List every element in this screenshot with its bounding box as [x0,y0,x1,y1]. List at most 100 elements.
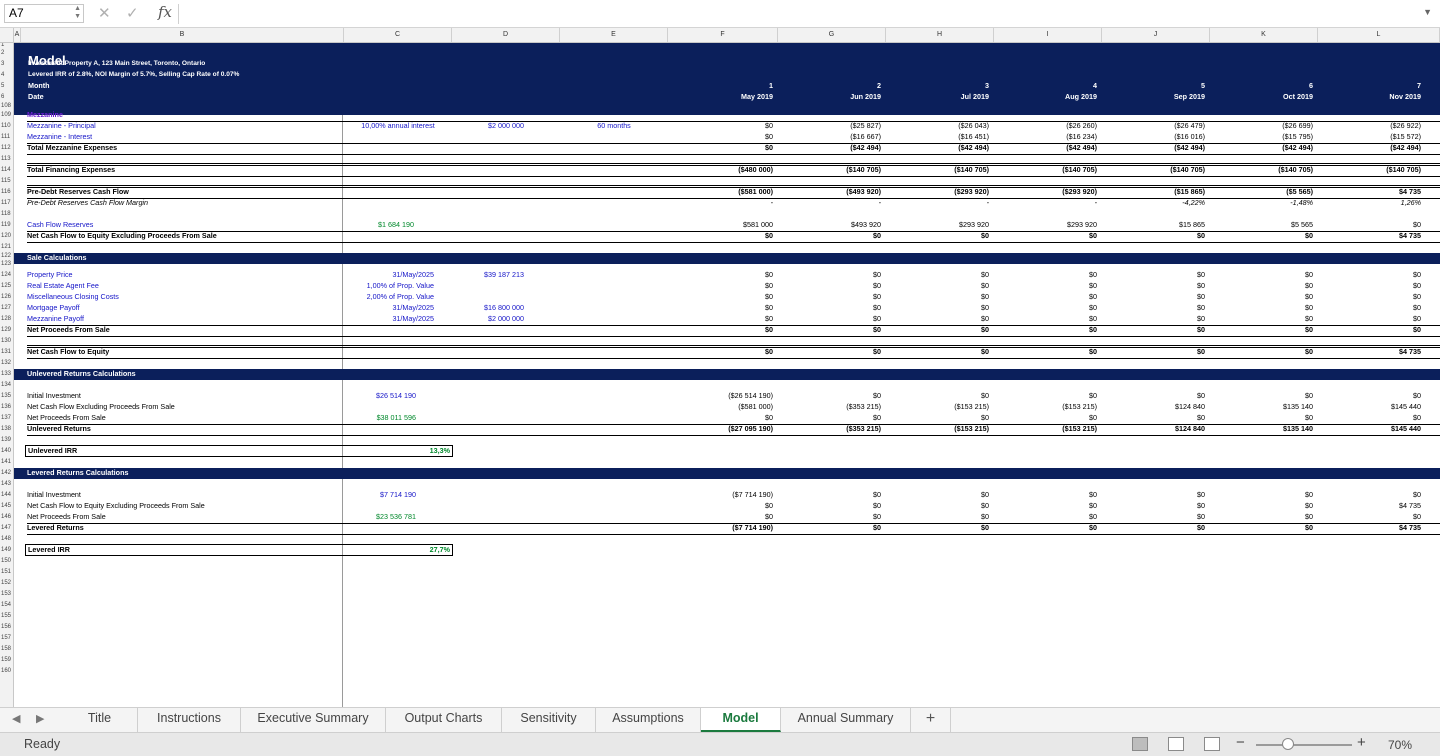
zoom-out-button[interactable]: − [1236,734,1245,751]
column-header-e[interactable]: E [560,28,668,42]
net-proceeds-value[interactable]: $0 [997,325,1097,335]
unlevered-returns-value-6[interactable]: $135 140 [1213,424,1313,434]
mezzanine-principal-label[interactable]: Mezzanine - Principal [27,121,96,131]
row-header-113[interactable]: 113 [0,154,14,165]
levered-initial-value-7[interactable]: $0 [1321,490,1421,500]
cashflow-reserves-value-4[interactable]: $293 920 [997,220,1097,230]
sheet-tab-output-charts[interactable]: Output Charts [386,708,502,732]
sale-item-label-4[interactable]: Mortgage Payoff [27,303,80,313]
cashflow-reserves-value-6[interactable]: $5 565 [1213,220,1313,230]
row-header-150[interactable]: 150 [0,556,14,567]
levered-ncf-value-4[interactable]: $0 [997,501,1097,511]
sale-item-label-1[interactable]: Property Price [27,270,73,280]
sale-item-value[interactable]: $0 [673,281,773,291]
unlevered-initial-value-1[interactable]: ($26 514 190) [673,391,773,401]
total-financing-value-5[interactable]: ($140 705) [1105,165,1205,175]
mezzanine-principal-value-6[interactable]: ($26 699) [1213,121,1313,131]
row-header-121[interactable]: 121 [0,242,14,253]
total-mezzanine-value-4[interactable]: ($42 494) [997,143,1097,153]
row-header-140[interactable]: 140 [0,446,14,457]
sale-item-value[interactable]: $0 [781,292,881,302]
column-header-a[interactable]: A [14,28,21,42]
sale-item-value[interactable]: $0 [1213,281,1313,291]
sale-item-value[interactable]: $0 [997,292,1097,302]
zoom-slider-handle[interactable] [1282,738,1294,750]
mezzanine-rate[interactable]: 10,00% annual interest [344,121,452,131]
net-proceeds-value[interactable]: $0 [1321,325,1421,335]
column-header-i[interactable]: I [994,28,1102,42]
column-header-f[interactable]: F [668,28,778,42]
row-header-157[interactable]: 157 [0,633,14,644]
row-header-160[interactable]: 160 [0,666,14,677]
ncf-equity-value-6[interactable]: $0 [1213,347,1313,357]
column-header-l[interactable]: L [1318,28,1440,42]
unlevered-returns-value-7[interactable]: $145 440 [1321,424,1421,434]
sale-item-value[interactable]: $0 [997,270,1097,280]
row-header-116[interactable]: 116 [0,187,14,198]
mezzanine-amount[interactable]: $2 000 000 [452,121,560,131]
sale-item-value[interactable]: $0 [889,270,989,280]
sale-item-amount-5[interactable]: $2 000 000 [452,314,524,324]
row-header-128[interactable]: 128 [0,314,14,325]
row-header-127[interactable]: 127 [0,303,14,314]
sale-item-value[interactable]: $0 [889,281,989,291]
ncf-excl-proceeds-value-3[interactable]: $0 [889,231,989,241]
predebt-margin-value-6[interactable]: -1,48% [1213,198,1313,208]
ncf-excl-proceeds-value-7[interactable]: $4 735 [1321,231,1421,241]
total-financing-value-4[interactable]: ($140 705) [997,165,1097,175]
net-proceeds-value[interactable]: $0 [1105,325,1205,335]
predebt-margin-value-7[interactable]: 1,26% [1321,198,1421,208]
predebt-cashflow-value-1[interactable]: ($581 000) [673,187,773,197]
row-header-151[interactable]: 151 [0,567,14,578]
sheet-tab-annual-summary[interactable]: Annual Summary [781,708,911,732]
levered-proceeds-value-6[interactable]: $0 [1213,512,1313,522]
unlevered-ncf-value-7[interactable]: $145 440 [1321,402,1421,412]
row-header-5[interactable]: 5 [0,81,14,92]
unlevered-proceeds-value-5[interactable]: $0 [1105,413,1205,423]
unlevered-returns-value-5[interactable]: $124 840 [1105,424,1205,434]
levered-returns-value-3[interactable]: $0 [889,523,989,533]
row-header-117[interactable]: 117 [0,198,14,209]
levered-ncf-value-5[interactable]: $0 [1105,501,1205,511]
levered-proceeds-value-2[interactable]: $0 [781,512,881,522]
row-header-123[interactable]: 123 [0,259,14,270]
row-header-139[interactable]: 139 [0,435,14,446]
total-financing-value-1[interactable]: ($480 000) [673,165,773,175]
levered-returns-value-6[interactable]: $0 [1213,523,1313,533]
row-header-129[interactable]: 129 [0,325,14,336]
unlevered-initial-value-6[interactable]: $0 [1213,391,1313,401]
unlevered-ncf-value-5[interactable]: $124 840 [1105,402,1205,412]
cashflow-reserves-label[interactable]: Cash Flow Reserves [27,220,93,230]
levered-initial-value-6[interactable]: $0 [1213,490,1313,500]
ncf-excl-proceeds-value-2[interactable]: $0 [781,231,881,241]
sale-item-value[interactable]: $0 [1321,303,1421,313]
net-proceeds-value[interactable]: $0 [1213,325,1313,335]
ncf-excl-proceeds-value-6[interactable]: $0 [1213,231,1313,241]
total-mezzanine-value-3[interactable]: ($42 494) [889,143,989,153]
levered-initial-value-5[interactable]: $0 [1105,490,1205,500]
unlevered-initial-value-3[interactable]: $0 [889,391,989,401]
formula-input[interactable] [186,6,1406,22]
function-icon[interactable]: fx [158,3,172,21]
unlevered-initial-value-5[interactable]: $0 [1105,391,1205,401]
net-proceeds-value[interactable]: $0 [781,325,881,335]
sale-item-basis-3[interactable]: 2,00% of Prop. Value [344,292,434,302]
name-box-stepper-icon[interactable]: ▲ ▼ [74,5,81,21]
cashflow-reserves-value-1[interactable]: $581 000 [673,220,773,230]
select-all-corner[interactable] [0,28,14,42]
unlevered-proceeds-total[interactable]: $38 011 596 [344,413,416,423]
column-header-k[interactable]: K [1210,28,1318,42]
sale-item-label-5[interactable]: Mezzanine Payoff [27,314,84,324]
sale-item-value[interactable]: $0 [673,292,773,302]
sale-item-amount-1[interactable]: $39 187 213 [452,270,524,280]
row-header-110[interactable]: 110 [0,121,14,132]
sale-item-value[interactable]: $0 [997,303,1097,313]
total-financing-value-2[interactable]: ($140 705) [781,165,881,175]
total-mezzanine-value-7[interactable]: ($42 494) [1321,143,1421,153]
mezzanine-principal-value-7[interactable]: ($26 922) [1321,121,1421,131]
mezzanine-interest-value-2[interactable]: ($16 667) [781,132,881,142]
unlevered-proceeds-value-1[interactable]: $0 [673,413,773,423]
levered-initial-total[interactable]: $7 714 190 [344,490,416,500]
unlevered-ncf-value-1[interactable]: ($581 000) [673,402,773,412]
levered-returns-value-2[interactable]: $0 [781,523,881,533]
